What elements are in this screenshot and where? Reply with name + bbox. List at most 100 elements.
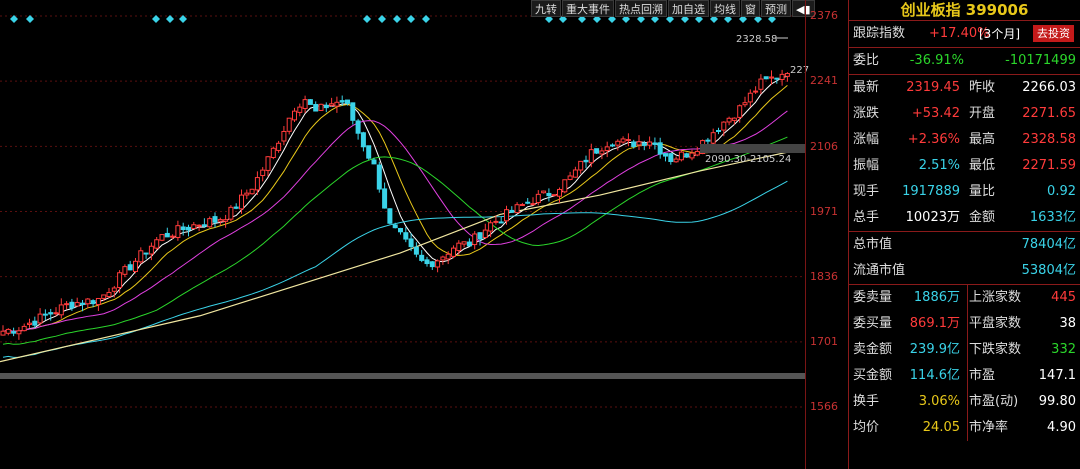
weibi-row: 委比 -36.91% -10171499: [849, 47, 1080, 74]
window-button[interactable]: 窗: [741, 0, 760, 17]
candle-body: [578, 160, 584, 171]
candle-body: [196, 224, 202, 227]
candle-body: [371, 159, 377, 165]
candle-body: [541, 190, 547, 194]
candle-body: [307, 99, 313, 105]
stat-value: 332: [1051, 342, 1076, 357]
stat-value: 114.6亿: [909, 368, 960, 383]
candle-body: [610, 144, 615, 147]
quote-value: 1917889: [902, 184, 960, 199]
ma-button[interactable]: 均线: [710, 0, 740, 17]
column-divider: [967, 285, 968, 441]
candle-body: [737, 105, 743, 118]
candle-body: [117, 272, 123, 289]
market-row: 总市值 78404亿: [849, 232, 1080, 258]
candle-body: [562, 179, 568, 193]
market-rows: 总市值 78404亿 流通市值 53804亿: [849, 231, 1080, 284]
candle-body: [429, 261, 435, 268]
candle-body: [170, 235, 176, 238]
major-events-button[interactable]: 重大事件: [562, 0, 614, 17]
candle-body: [784, 73, 790, 77]
candle-body: [408, 238, 414, 248]
candle-body: [387, 208, 393, 224]
stat-label: 市盈: [969, 368, 996, 383]
candle-body: [525, 201, 531, 204]
candle-body: [594, 148, 600, 154]
market-value: 53804亿: [1021, 263, 1076, 278]
quote-label: 开盘: [969, 106, 996, 121]
candle-body: [551, 194, 557, 197]
candle-body: [488, 222, 494, 232]
ma10-line: [2, 85, 788, 332]
candle-body: [774, 77, 780, 80]
candle-body: [392, 224, 398, 229]
candle-body: [625, 139, 631, 142]
candle-body: [334, 101, 340, 107]
candle-body: [355, 120, 361, 134]
invest-button[interactable]: 去投资: [1033, 25, 1074, 42]
candle-body: [80, 302, 85, 306]
candle-body: [742, 102, 748, 106]
candle-body: [572, 169, 578, 178]
stat-label: 委卖量: [853, 290, 893, 305]
track-row: 跟踪指数 +17.40% [3个月] 去投资: [849, 20, 1080, 47]
quote-row: 最新 2319.45 昨收 2266.03: [849, 75, 1080, 101]
candle-body: [403, 232, 409, 240]
candle-body: [58, 304, 64, 316]
candle-body: [111, 287, 117, 292]
candle-body: [599, 150, 605, 155]
candle-body: [498, 221, 504, 224]
candle-body: [350, 102, 356, 121]
candle-body: [143, 252, 149, 255]
candle-body: [435, 260, 441, 268]
candle-body: [201, 224, 207, 227]
candle-body: [175, 225, 181, 238]
event-marker-icon: [26, 15, 34, 23]
candle-body: [763, 76, 769, 80]
highlight-band: [0, 373, 805, 379]
candle-body: [398, 228, 403, 233]
stat-row: 委买量 869.1万 平盘家数 38: [849, 311, 1080, 337]
stat-label: 市盈(动): [969, 394, 1019, 409]
stat-label: 委买量: [853, 316, 893, 331]
candle-body: [583, 159, 589, 163]
candle-body: [0, 330, 6, 336]
candle-body: [74, 302, 80, 307]
quote-value: 2319.45: [906, 80, 960, 95]
stat-value: 24.05: [922, 420, 960, 435]
candle-body: [345, 99, 350, 104]
candle-body: [419, 254, 425, 261]
event-marker-icon: [422, 15, 430, 23]
hot-review-button[interactable]: 热点回溯: [615, 0, 667, 17]
candle-body: [657, 142, 663, 155]
candle-body: [366, 145, 372, 159]
candle-body: [48, 312, 54, 315]
candle-body: [154, 239, 160, 249]
candle-body: [716, 129, 721, 132]
candle-body: [276, 142, 282, 151]
candle-body: [286, 117, 292, 132]
stat-value: 4.90: [1047, 420, 1076, 435]
candle-body: [207, 218, 213, 228]
candle-body: [557, 188, 562, 197]
price-axis: 2376 2241 2106 1971 1836 1701 1566: [805, 0, 849, 469]
candle-body: [466, 241, 472, 247]
candle-body: [779, 73, 785, 80]
quote-label: 涨跌: [853, 106, 880, 121]
high-label: 2328.58: [736, 34, 777, 45]
candle-body: [265, 156, 271, 171]
candle-body: [482, 229, 488, 238]
kline-chart[interactable]: 2090.30-2105.24 2328.58 227: [0, 0, 848, 469]
add-watchlist-button[interactable]: 加自选: [668, 0, 709, 17]
quote-row: 振幅 2.51% 最低 2271.59: [849, 153, 1080, 179]
stat-value: 147.1: [1038, 368, 1076, 383]
candle-body: [758, 78, 764, 90]
candle-body: [731, 117, 737, 121]
quote-row: 涨跌 +53.42 开盘 2271.65: [849, 101, 1080, 127]
candle-body: [233, 206, 239, 209]
forecast-button[interactable]: 预测: [761, 0, 791, 17]
candle-body: [101, 294, 107, 299]
candle-body: [519, 204, 525, 207]
quote-value: 2271.65: [1022, 106, 1076, 121]
jiuzhuan-button[interactable]: 九转: [531, 0, 561, 17]
